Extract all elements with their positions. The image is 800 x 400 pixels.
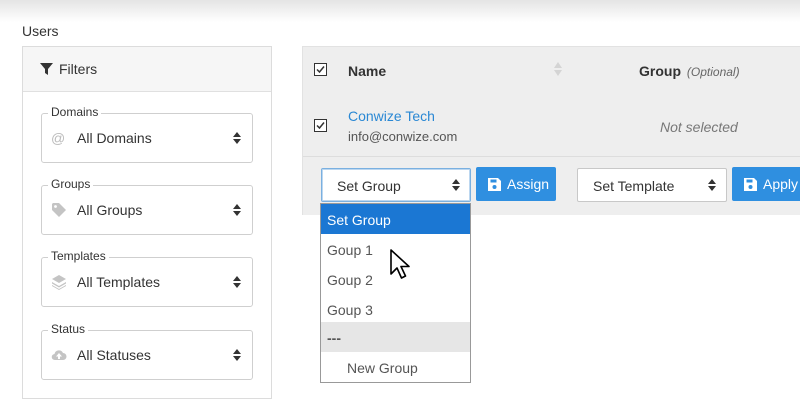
select-caret-icon (233, 204, 241, 216)
groups-legend: Groups (48, 177, 94, 191)
dropdown-option[interactable]: Goup 3 (321, 294, 470, 324)
tag-icon (52, 203, 66, 217)
status-legend: Status (48, 322, 89, 336)
save-icon (488, 177, 501, 191)
save-icon (744, 177, 757, 191)
column-group-label: Group (639, 63, 681, 79)
user-email: info@conwize.com (348, 129, 458, 144)
templates-value: All Templates (77, 274, 161, 290)
sort-icon[interactable] (554, 61, 562, 77)
check-icon (316, 66, 325, 74)
filters-title: Filters (59, 61, 98, 77)
table-row: Conwize Tech info@conwize.com Not select… (303, 92, 800, 157)
status-filter[interactable]: Status All Statuses (41, 322, 253, 380)
select-caret-icon (233, 132, 241, 144)
group-dropdown-list: Set Group Goup 1 Goup 2 Goup 3 --- New G… (320, 203, 471, 383)
top-shadow (0, 0, 800, 22)
domains-value: All Domains (77, 130, 152, 146)
templates-filter[interactable]: Templates All Templates (41, 249, 253, 307)
dropdown-separator: --- (321, 322, 470, 352)
user-name-link[interactable]: Conwize Tech (348, 108, 435, 124)
set-group-select-value: Set Group (337, 178, 401, 194)
column-group-hint: (Optional) (686, 65, 740, 79)
filter-icon (40, 62, 53, 75)
page-title: Users (22, 23, 59, 39)
cloud-upload-icon (51, 350, 67, 361)
column-name-header[interactable]: Name (348, 63, 386, 79)
domains-legend: Domains (48, 105, 102, 119)
status-value: All Statuses (77, 347, 151, 363)
table-header: Name Group (Optional) (303, 47, 800, 93)
user-group-value: Not selected (660, 119, 738, 135)
select-caret-icon (708, 179, 716, 191)
apply-button[interactable]: Apply (732, 167, 800, 201)
select-caret-icon (233, 276, 241, 288)
dropdown-option[interactable]: Set Group (321, 204, 470, 234)
select-caret-icon (452, 179, 460, 191)
layers-icon (52, 275, 66, 290)
check-icon (316, 122, 325, 130)
dropdown-option-new-group[interactable]: New Group (321, 352, 470, 382)
row-checkbox[interactable] (314, 119, 327, 132)
mouse-cursor-icon (390, 249, 410, 279)
column-group-header: Group (Optional) (639, 63, 740, 79)
assign-label: Assign (507, 176, 550, 192)
groups-value: All Groups (77, 202, 143, 218)
select-caret-icon (233, 349, 241, 361)
set-template-select-value: Set Template (593, 178, 675, 194)
set-template-select[interactable]: Set Template (577, 168, 727, 202)
assign-button[interactable]: Assign (476, 167, 556, 201)
groups-filter[interactable]: Groups All Groups (41, 177, 253, 235)
set-group-select[interactable]: Set Group (321, 168, 471, 202)
templates-legend: Templates (48, 249, 109, 263)
at-icon: @ (51, 130, 66, 146)
users-table: Name Group (Optional) Conwize Tech info@… (302, 46, 800, 215)
filters-panel: Filters Domains @ All Domains Groups All… (22, 46, 272, 399)
filters-header: Filters (23, 47, 271, 92)
domains-filter[interactable]: Domains @ All Domains (41, 105, 253, 163)
apply-label: Apply (763, 176, 799, 192)
select-all-checkbox[interactable] (314, 63, 327, 76)
